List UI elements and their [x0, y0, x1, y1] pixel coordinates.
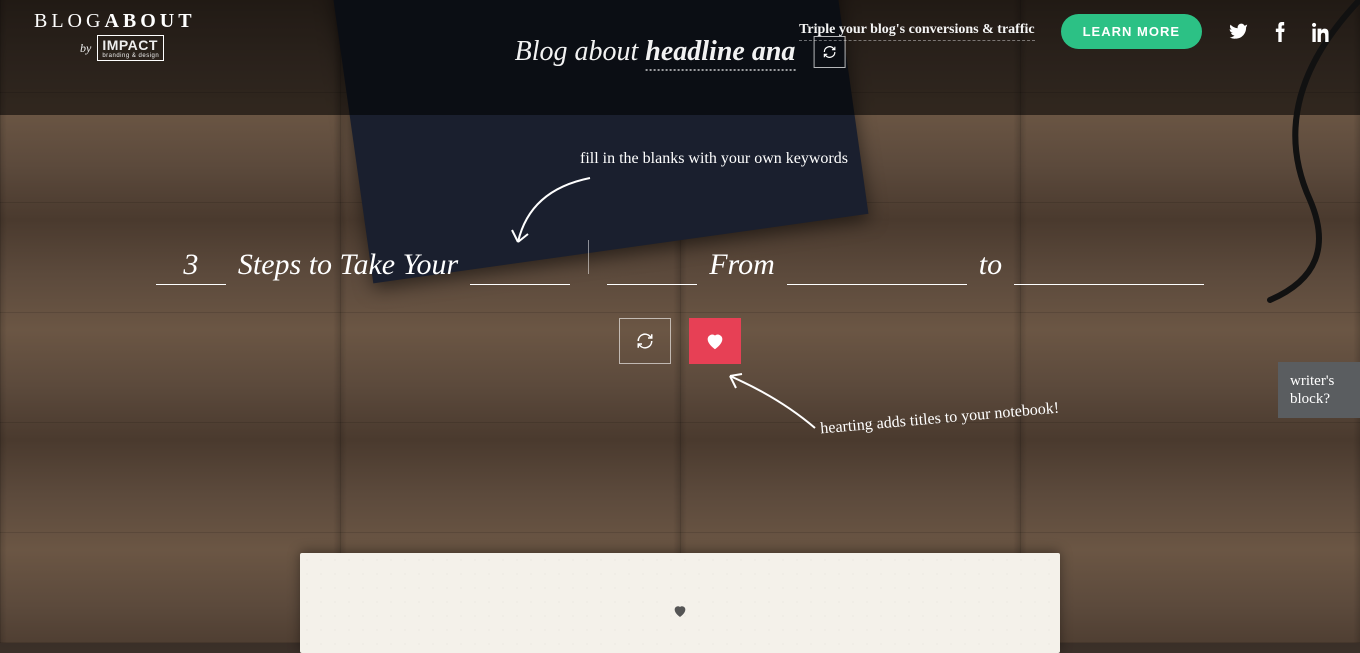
header-right: Triple your blog's conversions & traffic…	[799, 14, 1332, 49]
logo-text: BLOGABOUT	[34, 10, 196, 33]
impact-subtext: branding & design	[102, 53, 159, 59]
headline-template: Steps to Take Your From to	[0, 240, 1360, 285]
learn-more-button[interactable]: LEARN MORE	[1061, 14, 1202, 49]
linkedin-icon[interactable]	[1312, 22, 1332, 42]
refresh-headline-button[interactable]	[619, 318, 671, 364]
refresh-topic-button[interactable]	[813, 36, 845, 68]
headline-blank-2a[interactable]	[470, 248, 570, 285]
arrow-heart-icon	[720, 368, 830, 448]
logo-part1: BLOG	[34, 10, 104, 32]
notebook-page	[300, 553, 1060, 653]
heart-button[interactable]	[689, 318, 741, 364]
refresh-icon	[822, 45, 836, 59]
blog-about-text: Blog about headline ana	[515, 36, 796, 68]
notebook-heart-icon	[672, 603, 688, 624]
headline-blank-3[interactable]	[787, 248, 967, 285]
headline-text-2: From	[709, 248, 775, 282]
logo[interactable]: BLOGABOUT by IMPACT branding & design	[34, 10, 196, 61]
blank-separator	[582, 240, 595, 274]
logo-by: by	[80, 41, 91, 56]
writers-block-tab[interactable]: writer's block?	[1278, 362, 1360, 418]
hint-fill-blanks: fill in the blanks with your own keyword…	[580, 150, 848, 168]
headline-text-1: Steps to Take Your	[238, 248, 458, 282]
notebook[interactable]	[300, 553, 1060, 653]
action-row	[619, 318, 741, 364]
headline-blank-2b[interactable]	[607, 248, 697, 285]
impact-text: IMPACT	[102, 37, 158, 53]
headline-blank-1[interactable]	[156, 248, 226, 285]
headline-text-3: to	[979, 248, 1002, 282]
facebook-icon[interactable]	[1274, 22, 1286, 42]
blog-about-topic[interactable]: headline ana	[645, 36, 795, 71]
headline-blank-4[interactable]	[1014, 248, 1204, 285]
refresh-icon	[636, 332, 654, 350]
twitter-icon[interactable]	[1228, 22, 1248, 42]
logo-subtitle: by IMPACT branding & design	[34, 35, 196, 61]
logo-part2: ABOUT	[104, 10, 195, 32]
blog-about-row: Blog about headline ana	[515, 36, 846, 68]
heart-icon	[704, 330, 726, 352]
impact-badge: IMPACT branding & design	[97, 35, 164, 61]
blog-about-prefix: Blog about	[515, 36, 646, 67]
